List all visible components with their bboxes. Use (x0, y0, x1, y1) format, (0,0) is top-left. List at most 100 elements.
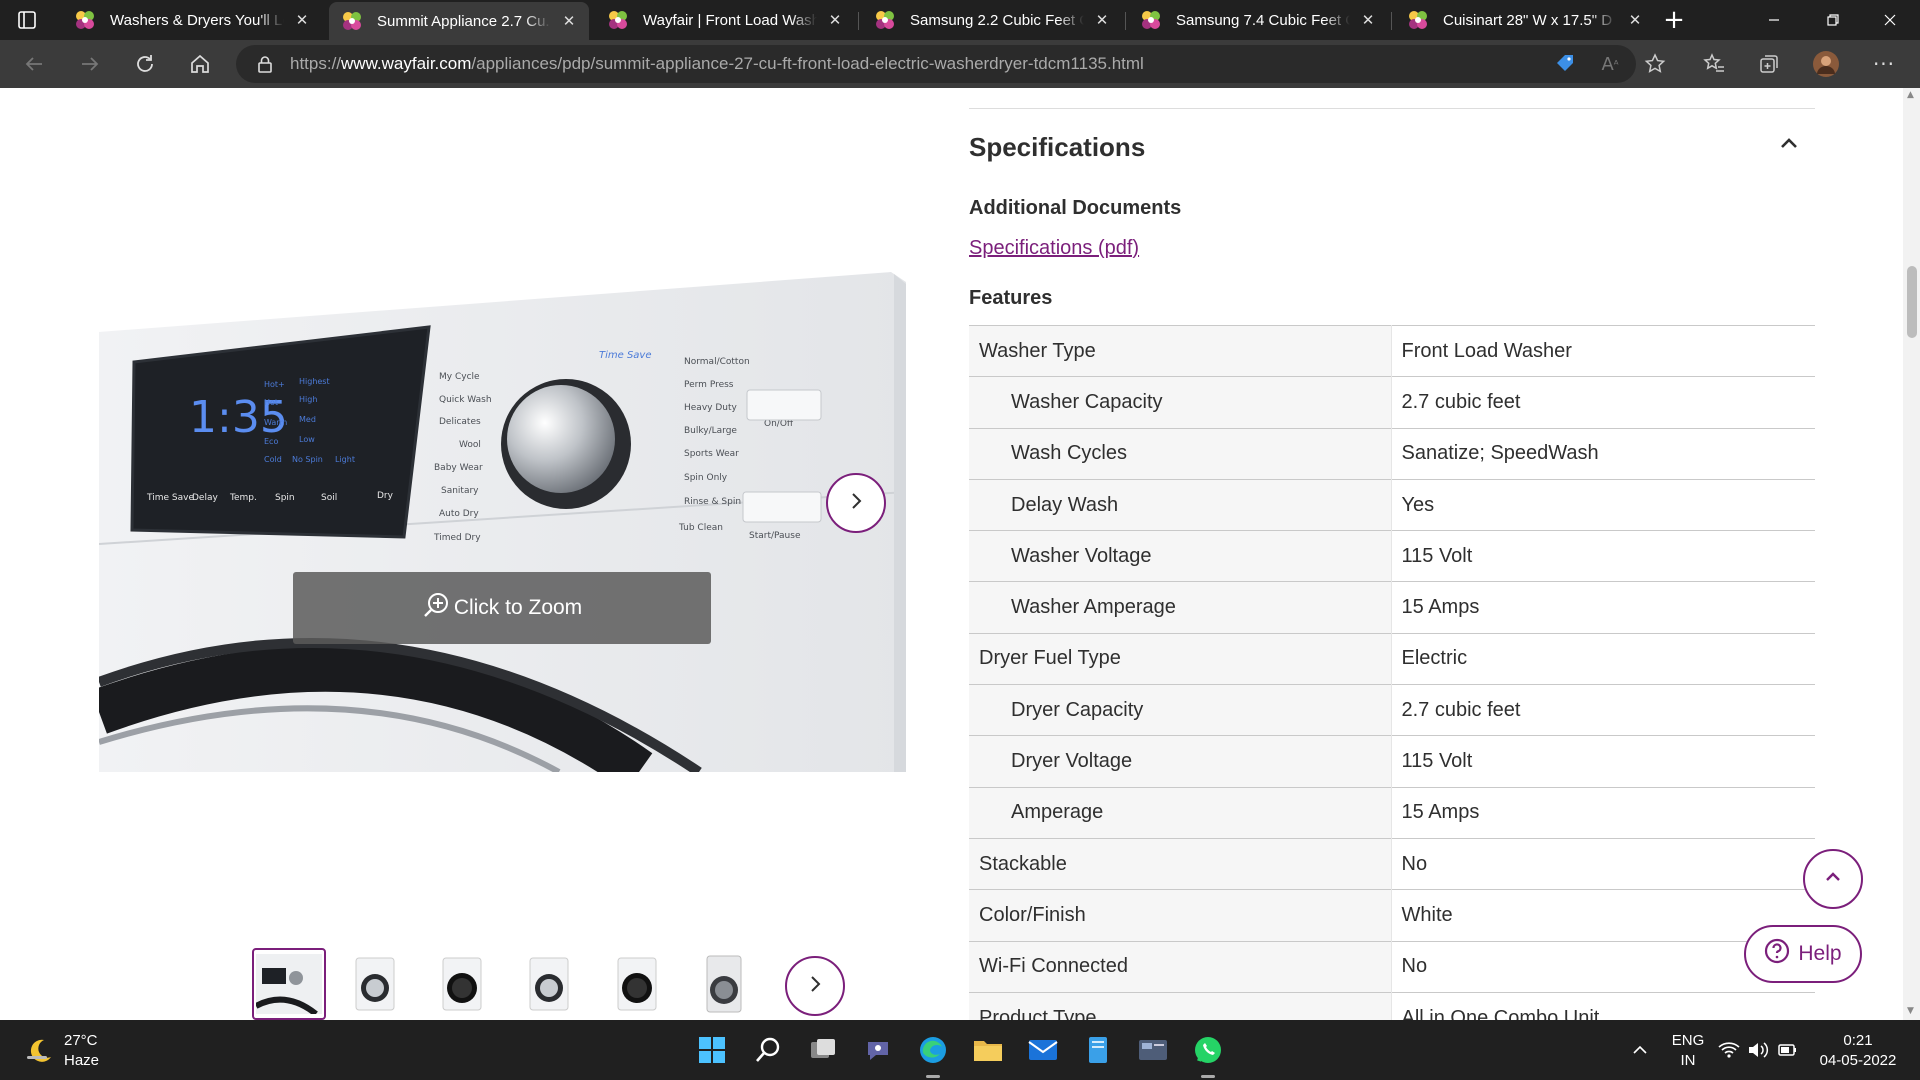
favorites-icon[interactable] (1696, 46, 1732, 82)
start-icon[interactable] (692, 1030, 732, 1070)
browser-tab-6[interactable]: Cuisinart 28" W x 17.5" D Pe ✕ (1395, 0, 1655, 40)
wayfair-favicon-icon (1140, 9, 1162, 31)
tab-title: Samsung 7.4 Cubic Feet Cu (1176, 11, 1350, 29)
svg-text:Med: Med (299, 415, 316, 424)
chevron-right-icon (846, 491, 866, 515)
home-icon[interactable] (182, 46, 218, 82)
search-icon[interactable] (748, 1030, 788, 1070)
browser-tab-1[interactable]: Washers & Dryers You'll Love ✕ (62, 0, 322, 40)
mail-icon[interactable] (1023, 1030, 1063, 1070)
scroll-down-arrow-icon[interactable]: ▼ (1907, 1006, 1914, 1016)
close-tab-icon[interactable]: ✕ (294, 11, 310, 29)
more-options-icon[interactable]: ··· (1866, 46, 1902, 82)
clock-time[interactable]: 0:21 (1808, 1031, 1908, 1050)
weather-temp[interactable]: 27°C (64, 1031, 98, 1050)
thumbnail-6[interactable] (687, 948, 761, 1020)
spec-key: Dryer Voltage (969, 735, 1392, 788)
volume-icon[interactable] (1747, 1040, 1769, 1060)
close-tab-icon[interactable]: ✕ (827, 11, 843, 29)
specifications-heading[interactable]: Specifications (969, 132, 1145, 163)
forward-icon[interactable] (72, 46, 108, 82)
notepad-icon[interactable] (1078, 1030, 1118, 1070)
spec-value: All in One Combo Unit (1391, 991, 1815, 1020)
svg-text:Start/Pause: Start/Pause (749, 531, 801, 541)
scroll-up-arrow-icon[interactable]: ▲ (1907, 90, 1914, 100)
task-view-icon[interactable] (803, 1030, 843, 1070)
url-prefix: https:// (290, 54, 342, 73)
spec-key: Amperage (969, 786, 1392, 839)
spec-value: 2.7 cubic feet (1391, 684, 1815, 736)
weather-desc[interactable]: Haze (64, 1051, 99, 1070)
svg-text:Dry: Dry (377, 491, 394, 501)
svg-text:Soil: Soil (321, 493, 337, 503)
battery-icon[interactable] (1776, 1040, 1798, 1060)
specifications-pdf-link[interactable]: Specifications (pdf) (969, 237, 1139, 260)
wayfair-favicon-icon (607, 9, 629, 31)
tab-actions-icon[interactable] (18, 11, 36, 29)
browser-tab-5[interactable]: Samsung 7.4 Cubic Feet Cu ✕ (1128, 0, 1388, 40)
address-bar[interactable]: https://www.wayfair.com/appliances/pdp/s… (236, 45, 1636, 83)
tab-title: Wayfair | Front Load Washing (643, 11, 817, 29)
product-image[interactable]: 1:35 Hot+ Highest Hot High Warm Med Eco Low … (99, 272, 906, 772)
tab-separator (1125, 12, 1126, 30)
close-tab-icon[interactable]: ✕ (1094, 11, 1110, 29)
tab-title: Washers & Dryers You'll Love (110, 11, 284, 29)
tab-separator (858, 12, 859, 30)
browser-tab-2[interactable]: Summit Appliance 2.7 Cu. ft. ✕ (329, 2, 589, 40)
tab-separator (1391, 12, 1392, 30)
spec-key: Color/Finish (969, 889, 1392, 942)
spec-row: Washer Type Front Load Washer (969, 324, 1815, 377)
show-hidden-icons-chevron-icon[interactable] (1630, 1040, 1650, 1060)
edge-icon[interactable] (913, 1030, 953, 1070)
scrollbar-thumb[interactable] (1907, 266, 1917, 338)
thumbnail-3[interactable] (425, 948, 499, 1020)
news-icon[interactable] (1133, 1030, 1173, 1070)
language-eng[interactable]: ENG (1668, 1031, 1708, 1050)
coupon-tag-icon[interactable] (1547, 46, 1583, 82)
close-tab-icon[interactable]: ✕ (1360, 11, 1376, 29)
click-to-zoom-button[interactable]: Click to Zoom (293, 572, 711, 644)
taskbar: 27°C Haze ENG IN 0:21 04-05-2022 (0, 1020, 1920, 1080)
close-tab-icon[interactable]: ✕ (561, 12, 577, 30)
teams-chat-icon[interactable] (858, 1030, 898, 1070)
close-tab-icon[interactable]: ✕ (1627, 11, 1643, 29)
url-domain: www.wayfair.com (341, 54, 472, 73)
clock-date[interactable]: 04-05-2022 (1808, 1051, 1908, 1070)
minimize-icon[interactable] (1764, 10, 1784, 30)
page-scrollbar[interactable]: ▲ ▼ (1903, 88, 1920, 1020)
back-to-top-button[interactable] (1803, 849, 1863, 909)
tab-title: Cuisinart 28" W x 17.5" D Pe (1443, 11, 1617, 29)
next-thumbnails-button[interactable] (785, 956, 845, 1016)
thumbnail-1[interactable] (252, 948, 326, 1020)
back-icon[interactable] (16, 46, 52, 82)
svg-text:Highest: Highest (299, 377, 330, 386)
read-aloud-icon[interactable]: Aᴬ (1592, 46, 1628, 82)
spec-row: Washer Voltage 115 Volt (969, 530, 1815, 582)
collections-icon[interactable] (1751, 46, 1787, 82)
browser-tab-3[interactable]: Wayfair | Front Load Washing ✕ (595, 0, 855, 40)
svg-text:Light: Light (335, 455, 355, 464)
next-image-button[interactable] (826, 473, 886, 533)
help-button[interactable]: Help (1744, 925, 1862, 983)
browser-tab-4[interactable]: Samsung 2.2 Cubic Feet Cu ✕ (862, 0, 1122, 40)
language-in[interactable]: IN (1668, 1051, 1708, 1070)
lock-icon[interactable] (256, 55, 274, 73)
close-window-icon[interactable] (1880, 10, 1900, 30)
thumbnail-5[interactable] (600, 948, 674, 1020)
thumbnail-2[interactable] (338, 948, 412, 1020)
svg-text:Time Save: Time Save (599, 350, 652, 361)
new-tab-icon[interactable]: + (1662, 7, 1686, 33)
profile-avatar[interactable] (1808, 46, 1844, 82)
thumbnail-4[interactable] (512, 948, 586, 1020)
spec-row: Wash Cycles Sanatize; SpeedWash (969, 427, 1815, 480)
chevron-up-icon[interactable] (1777, 132, 1801, 156)
spec-value: No (1391, 837, 1815, 890)
url-text[interactable]: https://www.wayfair.com/appliances/pdp/s… (290, 45, 1144, 83)
weather-moon-icon[interactable] (24, 1036, 54, 1066)
refresh-icon[interactable] (127, 46, 163, 82)
whatsapp-icon[interactable] (1188, 1030, 1228, 1070)
wifi-icon[interactable] (1718, 1040, 1740, 1060)
file-explorer-icon[interactable] (968, 1030, 1008, 1070)
add-favorite-icon[interactable] (1637, 46, 1673, 82)
restore-icon[interactable] (1823, 10, 1843, 30)
